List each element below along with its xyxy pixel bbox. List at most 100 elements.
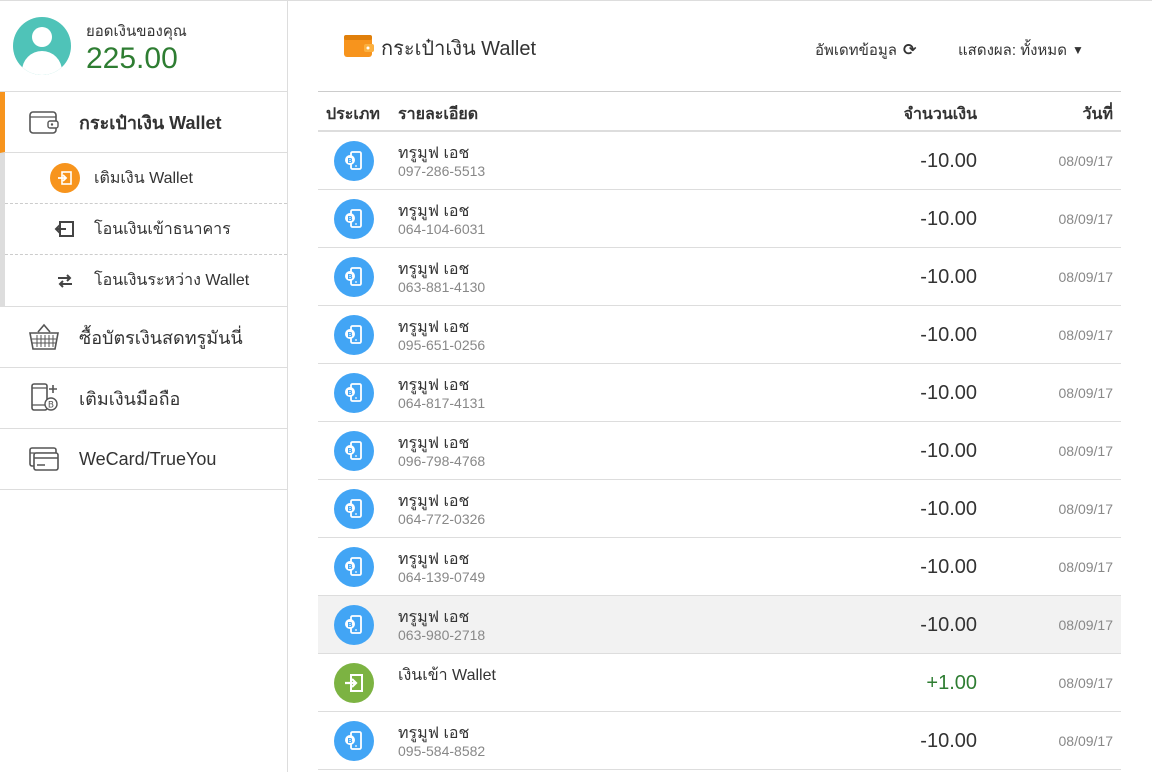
row-phone: 064-772-0326 [398,511,486,527]
row-amount: +1.00 [926,672,977,694]
row-phone: 064-817-4131 [398,395,486,411]
bank-transfer-icon [50,214,80,244]
col-date: วันที่ [1082,106,1113,123]
row-name: เงินเข้า Wallet [398,667,496,684]
mobile-topup-icon: B [334,141,374,181]
mobile-topup-icon: B [334,605,374,645]
row-amount: -10.00 [920,556,977,578]
row-amount: -10.00 [920,266,977,288]
row-date: 08/09/17 [1058,675,1114,691]
nav-cash-card[interactable]: ซื้อบัตรเงินสดทรูมันนี่ [0,307,287,368]
svg-text:B: B [347,157,352,165]
mobile-topup-icon: B [334,489,374,529]
subnav-topup-wallet[interactable]: เติมเงิน Wallet [5,153,287,204]
table-row[interactable]: B ทรูมูฟ เอช 064-772-0326 -10.00 08/09/17 [318,480,1121,538]
mobile-topup-icon: B [334,431,374,471]
nav-mobile-topup-label: เติมเงินมือถือ [79,388,181,409]
row-amount: -10.00 [920,440,977,462]
row-amount: -10.00 [920,614,977,636]
row-amount: -10.00 [920,730,977,752]
wallet-in-icon [334,663,374,703]
nav-wecard-label: WeCard/TrueYou [79,448,217,469]
svg-text:B: B [347,331,352,339]
mobile-topup-icon: B [334,315,374,355]
row-date: 08/09/17 [1058,501,1114,517]
row-date: 08/09/17 [1058,153,1114,169]
svg-text:B: B [347,505,352,513]
balance-value: 225.00 [86,42,178,75]
row-phone: 095-584-8582 [398,743,486,759]
caret-down-icon: ▼ [1071,43,1084,57]
row-date: 08/09/17 [1058,443,1114,459]
svg-text:B: B [347,737,352,745]
mobile-topup-icon: B [334,199,374,239]
mobile-topup-icon: B [334,721,374,761]
row-phone: 063-980-2718 [398,627,486,643]
balance-label: ยอดเงินของคุณ [86,23,187,40]
table-row[interactable]: B ทรูมูฟ เอช 097-286-5513 -10.00 08/09/17 [318,132,1121,190]
transaction-list: B ทรูมูฟ เอช 097-286-5513 -10.00 08/09/17 B ทร… [318,132,1121,770]
nav-cash-card-label: ซื้อบัตรเงินสดทรูมันนี่ [79,327,243,348]
app-root: ยอดเงินของคุณ 225.00 กระเป๋าเงิน Wallet … [0,0,1152,772]
row-date: 08/09/17 [1058,733,1114,749]
row-date: 08/09/17 [1058,559,1114,575]
topup-icon [50,163,80,193]
refresh-label: อัพเดทข้อมูล [815,42,897,59]
main-panel: กระเป๋าเงิน Wallet อัพเดทข้อมูล ⟳ แสดงผล… [318,1,1121,772]
filter-dropdown[interactable]: แสดงผล: ทั้งหมด ▼ [958,38,1084,62]
col-detail: รายละเอียด [398,106,479,123]
col-amount: จำนวนเงิน [903,106,977,123]
svg-text:B: B [347,621,352,629]
row-date: 08/09/17 [1058,269,1114,285]
refresh-button[interactable]: อัพเดทข้อมูล ⟳ [815,38,916,62]
row-date: 08/09/17 [1058,211,1114,227]
row-phone: 063-881-4130 [398,279,486,295]
subnav-topup-label: เติมเงิน Wallet [94,169,193,187]
table-row[interactable]: B ทรูมูฟ เอช 064-104-6031 -10.00 08/09/17 [318,190,1121,248]
refresh-icon: ⟳ [903,42,917,59]
svg-text:B: B [347,563,352,571]
sidebar: ยอดเงินของคุณ 225.00 กระเป๋าเงิน Wallet … [0,1,288,772]
nav-wallet-label: กระเป๋าเงิน Wallet [79,112,222,133]
avatar[interactable] [13,17,71,75]
filter-label: แสดงผล: ทั้งหมด [958,42,1067,59]
svg-text:B: B [347,389,352,397]
col-type: ประเภท [326,106,380,123]
row-phone: 096-798-4768 [398,453,486,469]
table-row[interactable]: B ทรูมูฟ เอช 064-817-4131 -10.00 08/09/17 [318,364,1121,422]
wallet-orange-icon [343,31,375,64]
mobile-topup-icon: B [334,257,374,297]
row-amount: -10.00 [920,150,977,172]
table-header: ประเภท รายละเอียด จำนวนเงิน วันที่ [318,92,1121,132]
table-row[interactable]: B ทรูมูฟ เอช 096-798-4768 -10.00 08/09/17 [318,422,1121,480]
svg-text:B: B [347,215,352,223]
row-phone: 097-286-5513 [398,163,486,179]
subnav-bank-transfer[interactable]: โอนเงินเข้าธนาคาร [5,204,287,255]
nav-wallet[interactable]: กระเป๋าเงิน Wallet [0,92,287,153]
table-row[interactable]: B ทรูมูฟ เอช 064-139-0749 -10.00 08/09/17 [318,538,1121,596]
page-title-text: กระเป๋าเงิน Wallet [381,37,537,60]
wallet-icon [28,106,60,138]
balance-panel: ยอดเงินของคุณ 225.00 [0,1,287,92]
mobile-topup-icon: B [334,547,374,587]
subnav-wallet-transfer[interactable]: โอนเงินระหว่าง Wallet [5,255,287,306]
subnav-bank-transfer-label: โอนเงินเข้าธนาคาร [94,220,231,238]
table-row[interactable]: B ทรูมูฟ เอช 095-651-0256 -10.00 08/09/17 [318,306,1121,364]
table-row[interactable]: B ทรูมูฟ เอช 063-881-4130 -10.00 08/09/17 [318,248,1121,306]
mobile-topup-icon: B [334,373,374,413]
nav-mobile-topup[interactable]: B เติมเงินมือถือ [0,368,287,429]
basket-icon [28,321,60,353]
card-icon [28,443,60,475]
table-row[interactable]: B ทรูมูฟ เอช 095-584-8582 -10.00 08/09/17 [318,712,1121,770]
row-amount: -10.00 [920,498,977,520]
table-row[interactable]: B ทรูมูฟ เอช 063-980-2718 -10.00 08/09/17 [318,596,1121,654]
svg-text:B: B [48,401,54,411]
transfer-arrows-icon [50,266,80,296]
row-phone: 064-104-6031 [398,221,486,237]
row-amount: -10.00 [920,382,977,404]
row-date: 08/09/17 [1058,617,1114,633]
row-date: 08/09/17 [1058,327,1114,343]
nav-wecard[interactable]: WeCard/TrueYou [0,429,287,490]
table-row[interactable]: เงินเข้า Wallet +1.00 08/09/17 [318,654,1121,712]
row-phone: 095-651-0256 [398,337,486,353]
